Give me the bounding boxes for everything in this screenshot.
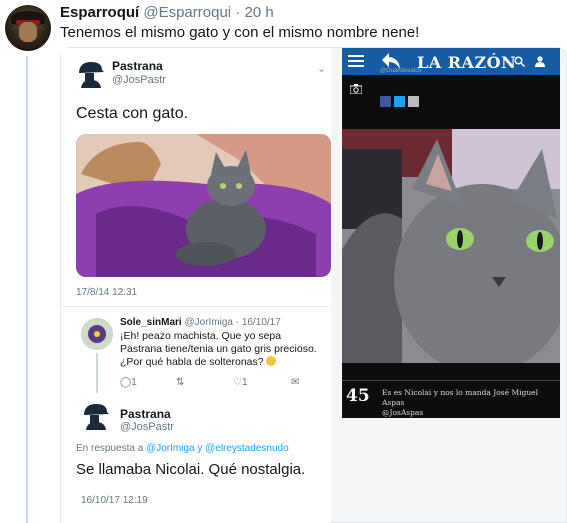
retweet-icon: ⇅ (176, 377, 185, 388)
reply-text-content: ¡Eh! peazo machista. Que yo sepa Pastran… (120, 330, 317, 368)
mention-link-1: @JorImiga (146, 443, 195, 454)
caption-rule (342, 380, 560, 381)
right-screenshot[interactable]: LA RAZÓN @Guardiesalco 45 Es es Nicolai … (342, 48, 560, 418)
like-count: 1 (241, 377, 248, 388)
reply-author-handle: @JorImiga (184, 317, 233, 328)
tweet-time[interactable]: 20 h (244, 4, 273, 21)
menu-icon (348, 55, 364, 67)
photo-caption: Es es Nicolai y nos lo manda José Miguel… (382, 388, 558, 418)
smiley-emoji-icon (265, 356, 276, 366)
in-reply-to: En respuesta a @JorImiga y @elreystadesn… (76, 443, 289, 454)
mention-joiner: y (197, 443, 203, 454)
photo-number: 45 (346, 386, 370, 406)
email-icon (408, 96, 419, 107)
share-arrow-icon (382, 53, 400, 69)
sole-avatar (81, 318, 113, 350)
divider (61, 306, 331, 307)
answer-author-handle: @JosPastr (120, 421, 174, 433)
reply-header: Sole_sinMari @JorImiga · 16/10/17 (120, 317, 281, 328)
original-tweet-text: Cesta con gato. (76, 105, 189, 122)
author-name[interactable]: Esparroquí (60, 4, 139, 21)
header-separator: · (235, 4, 241, 21)
reply-text: ¡Eh! peazo machista. Que yo sepa Pastran… (120, 330, 320, 369)
twitter-icon (394, 96, 405, 107)
tweet-text: Tenemos el mismo gato y con el mismo nom… (60, 24, 420, 41)
answer-text: Se llamaba Nicolai. Qué nostalgia. (76, 461, 306, 478)
flower-avatar-icon (81, 318, 113, 350)
author-handle[interactable]: @Esparroqui (143, 4, 231, 21)
author-avatar[interactable] (5, 5, 51, 51)
news-byline: @Guardiesalco (380, 68, 422, 74)
tweet-header: Esparroquí @Esparroqui · 20 h (60, 4, 274, 21)
reply-date: · 16/10/17 (235, 317, 281, 328)
pastrana-name: Pastrana (112, 59, 163, 73)
search-icon (514, 56, 525, 67)
message-icon: ✉ (291, 377, 300, 388)
reply-author-name: Sole_sinMari (120, 317, 182, 328)
pastrana-handle: @JosPastr (112, 74, 166, 86)
left-screenshot[interactable]: Pastrana @JosPastr ⌄ Cesta con gato. 17/… (61, 48, 331, 523)
like-action: ♡1 (233, 377, 248, 388)
original-tweet-date: 17/8/14 12:31 (76, 287, 138, 298)
news-header-bar: LA RAZÓN (342, 48, 560, 75)
news-brand: LA RAZÓN (417, 53, 517, 72)
reply-action: ◯1 (120, 377, 137, 388)
caption-text: Es es Nicolai y nos lo manda José Miguel… (382, 388, 539, 407)
cat-in-basket-photo (76, 134, 331, 277)
thread-line (26, 56, 28, 523)
reply-count: 1 (131, 377, 137, 388)
caption-handle: @JosAspas (382, 408, 424, 417)
reply-thread-line (96, 353, 98, 393)
facebook-icon (380, 96, 391, 107)
answer-date: 16/10/17 12:19 (81, 495, 148, 506)
pastrana-avatar-2-icon (84, 404, 109, 430)
answer-author-name: Pastrana (120, 407, 171, 421)
chevron-down-icon: ⌄ (317, 63, 327, 75)
grey-cat-closeup-photo (342, 129, 560, 363)
avatar-face (19, 22, 37, 42)
camera-icon (350, 84, 362, 94)
in-reply-prefix: En respuesta a (76, 443, 144, 454)
pastrana-avatar-icon (79, 62, 104, 88)
mention-link-2: @elreystadesnudo (205, 443, 289, 454)
user-icon (535, 56, 545, 67)
